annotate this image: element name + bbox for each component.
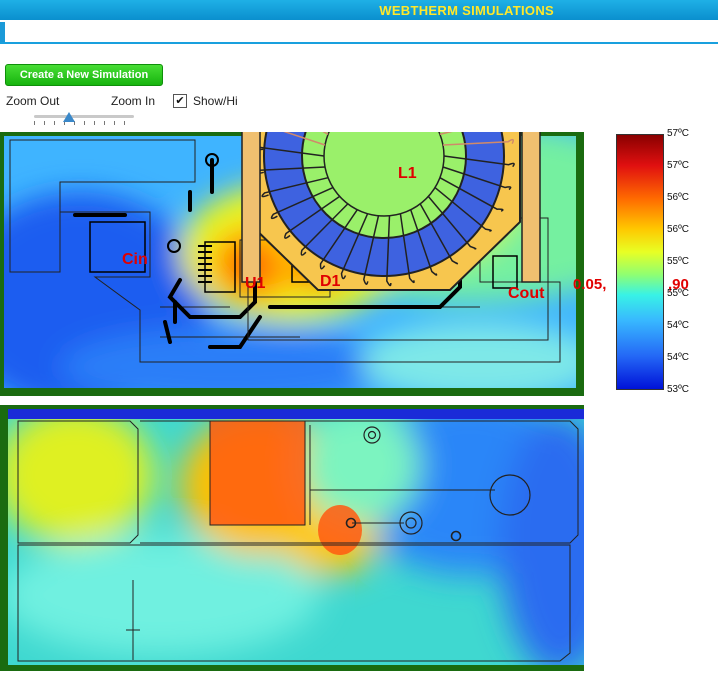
zoom-slider[interactable] (34, 110, 134, 126)
show-hide-label: Show/Hi (193, 94, 238, 108)
label-l1: L1 (398, 165, 417, 182)
app-title: WEBTHERM SIMULATIONS (379, 3, 554, 18)
create-simulation-button[interactable]: Create a New Simulation (5, 64, 163, 86)
top-view-thermal-map[interactable]: L1 Cin U1 D1 Cout (0, 132, 590, 402)
bottom-view-thermal-map[interactable] (0, 405, 590, 673)
zoom-slider-track[interactable] (34, 115, 134, 118)
scale-label: 56ºC (667, 224, 689, 235)
zoom-in-label[interactable]: Zoom In (111, 94, 155, 108)
zoom-out-label[interactable]: Zoom Out (6, 94, 59, 108)
zoom-slider-ticks (34, 121, 134, 125)
zoom-slider-thumb[interactable] (63, 112, 75, 122)
scale-label: 57ºC (667, 160, 689, 171)
heat-field-bottom (8, 413, 584, 665)
board-top-strip (8, 409, 584, 419)
tab-stub[interactable] (0, 22, 5, 42)
label-u1: U1 (245, 275, 266, 292)
coord-readout-left: 0.05, (573, 276, 607, 293)
scale-label: 55ºC (667, 288, 689, 299)
label-cout: Cout (508, 285, 545, 302)
scale-label: 53ºC (667, 384, 689, 395)
scale-label: 57ºC (667, 128, 689, 139)
u1-pins (198, 245, 212, 283)
scale-label: 54ºC (667, 320, 689, 331)
tab-strip (0, 20, 718, 44)
label-cin: Cin (122, 251, 148, 268)
temperature-color-scale (616, 134, 664, 390)
title-bar: WEBTHERM SIMULATIONS (0, 0, 718, 20)
label-d1: D1 (320, 273, 341, 290)
scale-label: 54ºC (667, 352, 689, 363)
show-hide-checkbox[interactable]: ✔ (173, 94, 187, 108)
scale-label: 55ºC (667, 256, 689, 267)
scale-label: 56ºC (667, 192, 689, 203)
temperature-scale-labels: 57ºC 57ºC 56ºC 56ºC 55ºC 55ºC 54ºC 54ºC 53ºC (667, 128, 715, 396)
